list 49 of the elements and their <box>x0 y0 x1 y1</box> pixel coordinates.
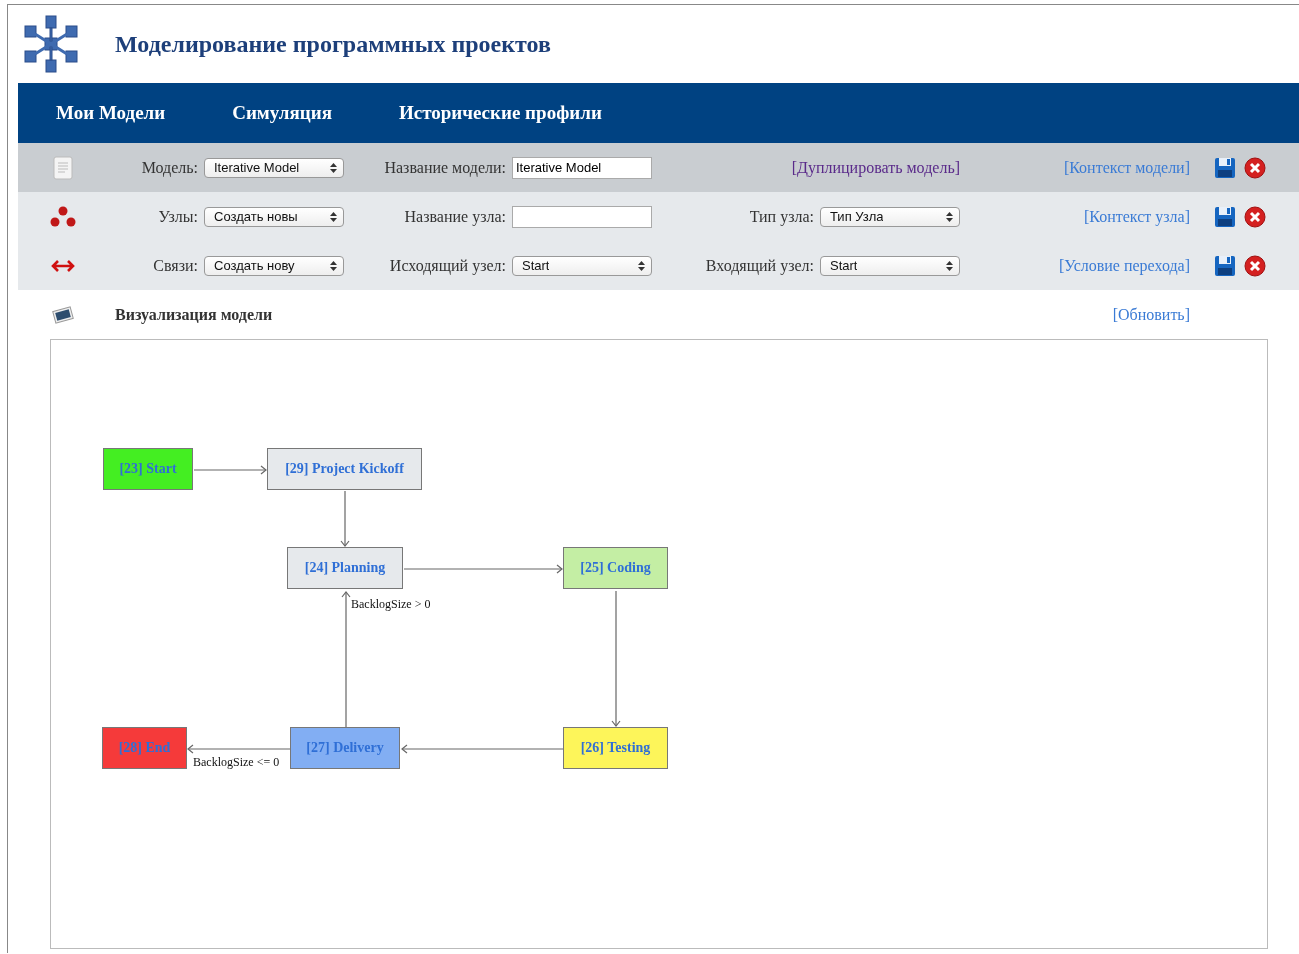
text-input[interactable]: Iterative Model <box>512 156 652 179</box>
refresh-link[interactable]: [Обновить] <box>1112 305 1190 324</box>
context-link[interactable]: [Условие перехода] <box>1058 256 1190 274</box>
select-dropdown[interactable]: Создать новы <box>204 206 344 227</box>
diagram-node[interactable]: [25] Coding <box>563 547 668 589</box>
updown-arrows-icon <box>638 260 645 271</box>
section-title: Визуализация модели <box>115 305 273 324</box>
cubes-logo-icon <box>21 14 81 74</box>
edge-label: BacklogSize > 0 <box>351 597 431 612</box>
select-dropdown[interactable]: Start <box>820 255 960 276</box>
nav-link[interactable]: Исторические профили <box>398 102 602 124</box>
updown-arrows-icon <box>330 162 337 173</box>
updown-arrows-icon <box>330 260 337 271</box>
field-label: Тип узла: <box>749 207 815 226</box>
double-arrow-icon <box>50 258 76 273</box>
close-icon[interactable] <box>1244 254 1266 277</box>
diagram-node[interactable]: [26] Testing <box>563 727 668 769</box>
document-icon <box>53 155 73 180</box>
nav-link[interactable]: Симуляция <box>232 102 332 124</box>
select-dropdown[interactable]: Start <box>512 255 652 276</box>
field-label: Название узла: <box>404 207 507 226</box>
select-dropdown[interactable]: Тип Узла <box>820 206 960 227</box>
field-label: Модель: <box>141 158 199 177</box>
updown-arrows-icon <box>946 260 953 271</box>
picture-icon <box>51 304 75 325</box>
select-dropdown[interactable]: Iterative Model <box>204 157 344 178</box>
field-label: Входящий узел: <box>705 256 815 275</box>
nav-link[interactable]: Мои Модели <box>56 102 166 124</box>
diagram-node[interactable]: [24] Planning <box>287 547 403 589</box>
save-icon[interactable] <box>1214 254 1236 277</box>
field-label: Связи: <box>153 256 199 275</box>
close-icon[interactable] <box>1244 156 1266 179</box>
edge-label: BacklogSize <= 0 <box>193 755 280 770</box>
select-dropdown[interactable]: Создать нову <box>204 255 344 276</box>
diagram-node[interactable]: [29] Project Kickoff <box>267 448 422 490</box>
field-label: Исходящий узел: <box>389 256 507 275</box>
duplicate-link[interactable]: [Дуплицировать модель] <box>791 158 960 176</box>
page-title: Моделирование программных проектов <box>115 30 551 58</box>
updown-arrows-icon <box>946 211 953 222</box>
updown-arrows-icon <box>330 211 337 222</box>
connector-arrow <box>340 490 350 547</box>
field-label: Название модели: <box>384 158 507 177</box>
text-input[interactable] <box>512 205 652 228</box>
context-link[interactable]: [Контекст узла] <box>1083 207 1190 225</box>
nodes-icon <box>50 205 76 228</box>
field-label: Узлы: <box>158 207 199 226</box>
close-icon[interactable] <box>1244 205 1266 228</box>
save-icon[interactable] <box>1214 205 1236 228</box>
save-icon[interactable] <box>1214 156 1236 179</box>
